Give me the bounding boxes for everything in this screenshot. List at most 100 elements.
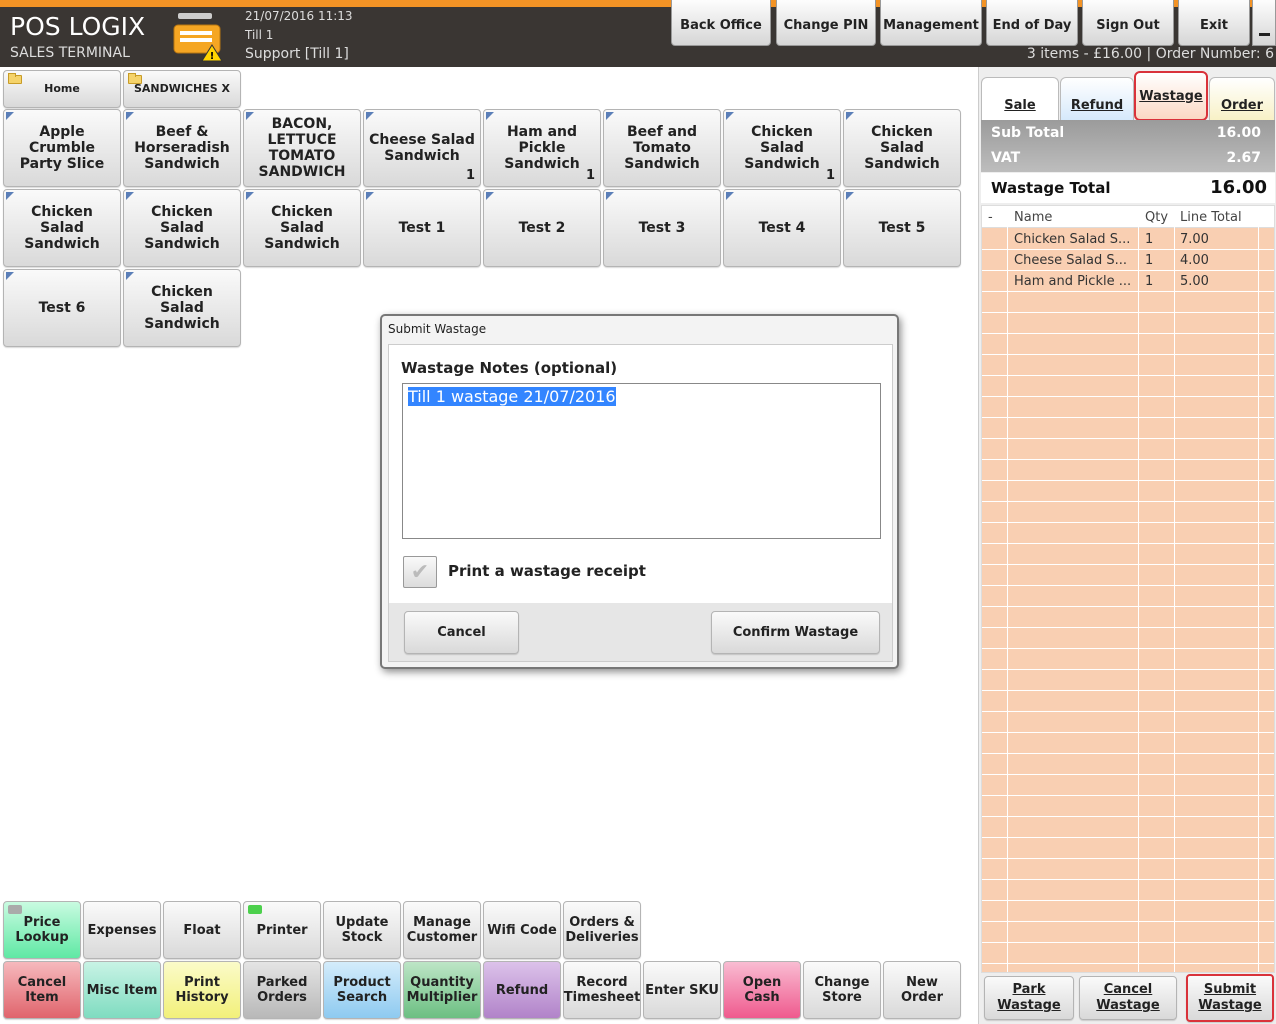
subtotal-label: Sub Total	[991, 125, 1065, 141]
tab-wastage[interactable]: Wastage	[1134, 71, 1208, 121]
product-button[interactable]: Beef & Horseradish Sandwich	[123, 109, 241, 187]
end-of-day-button[interactable]: End of Day	[986, 0, 1078, 46]
float-button[interactable]: Float	[163, 901, 241, 959]
product-label: Beef and Tomato Sandwich	[624, 124, 700, 172]
button-label: Quantity Multiplier	[406, 975, 478, 1005]
column-header-qty[interactable]: Qty	[1145, 206, 1168, 228]
product-button[interactable]: Cheese Salad Sandwich 1	[363, 109, 481, 187]
wastage-notes-textarea[interactable]: Till 1 wastage 21/07/2016	[402, 383, 881, 539]
sign-out-button[interactable]: Sign Out	[1082, 0, 1174, 46]
grid-row-line	[982, 690, 1274, 691]
subtotal-value: 16.00	[1216, 125, 1261, 141]
product-button[interactable]: Test 5	[843, 189, 961, 267]
product-button[interactable]: Chicken Salad Sandwich	[843, 109, 961, 187]
product-label: Cheese Salad Sandwich	[369, 132, 475, 164]
manage-customer-button[interactable]: Manage Customer	[403, 901, 481, 959]
product-label: Ham and Pickle Sandwich	[504, 124, 580, 172]
submit-wastage-button[interactable]: Submit Wastage	[1186, 974, 1274, 1022]
line-name[interactable]: Chicken Salad S...	[1014, 232, 1134, 247]
enter-sku-button[interactable]: Enter SKU	[643, 961, 721, 1019]
open-cash-button[interactable]: Open Cash	[723, 961, 801, 1019]
product-qty: 1	[585, 168, 595, 183]
product-button[interactable]: Chicken Salad Sandwich	[243, 189, 361, 267]
cancel-wastage-button[interactable]: Cancel Wastage	[1079, 976, 1177, 1020]
product-label: Test 3	[638, 220, 686, 236]
button-label: Update Stock	[335, 915, 389, 945]
wifi-code-button[interactable]: Wifi Code	[483, 901, 561, 959]
product-qty: 1	[465, 168, 475, 183]
dialog-cancel-button[interactable]: Cancel	[404, 611, 519, 654]
product-button[interactable]: BACON, LETTUCE TOMATO SANDWICH	[243, 109, 361, 187]
orders-deliveries-button[interactable]: Orders & Deliveries	[563, 901, 641, 959]
product-button[interactable]: Test 4	[723, 189, 841, 267]
product-button[interactable]: Test 3	[603, 189, 721, 267]
management-button[interactable]: Management	[880, 0, 982, 46]
grid-row-line	[982, 732, 1274, 733]
new-order-button[interactable]: New Order	[883, 961, 961, 1019]
refund-button[interactable]: Refund	[483, 961, 561, 1019]
expenses-button[interactable]: Expenses	[83, 901, 161, 959]
price-lookup-button[interactable]: Price Lookup	[3, 901, 81, 959]
minimize-button[interactable]	[1252, 0, 1276, 46]
parked-orders-button[interactable]: Parked Orders	[243, 961, 321, 1019]
button-label: Printer	[256, 922, 308, 938]
line-name[interactable]: Cheese Salad S...	[1014, 253, 1134, 268]
column-header-remove[interactable]: -	[988, 206, 993, 228]
line-qty[interactable]: 1	[1145, 232, 1153, 247]
product-button[interactable]: Chicken Salad Sandwich	[123, 189, 241, 267]
column-header-name[interactable]: Name	[1014, 206, 1052, 228]
line-qty[interactable]: 1	[1145, 274, 1153, 289]
product-button[interactable]: Chicken Salad Sandwich	[3, 189, 121, 267]
quantity-multiplier-button[interactable]: Quantity Multiplier	[403, 961, 481, 1019]
line-total[interactable]: 5.00	[1180, 274, 1209, 289]
cancel-item-button[interactable]: Cancel Item	[3, 961, 81, 1019]
button-label: Open Cash	[742, 975, 782, 1005]
print-history-button[interactable]: Print History	[163, 961, 241, 1019]
grid-row-line	[982, 396, 1274, 397]
product-label: Chicken Salad Sandwich	[144, 204, 220, 252]
product-label: Chicken Salad Sandwich	[864, 124, 940, 172]
product-search-button[interactable]: Product Search	[323, 961, 401, 1019]
grid-row-line	[982, 459, 1274, 460]
line-total[interactable]: 4.00	[1180, 253, 1209, 268]
update-stock-button[interactable]: Update Stock	[323, 901, 401, 959]
grid-row-line	[982, 270, 1274, 271]
confirm-wastage-button[interactable]: Confirm Wastage	[711, 611, 880, 654]
product-button[interactable]: Chicken Salad Sandwich	[123, 269, 241, 347]
product-button[interactable]: Test 1	[363, 189, 481, 267]
record-timesheet-button[interactable]: Record Timesheet	[563, 961, 641, 1019]
line-name[interactable]: Ham and Pickle ...	[1014, 274, 1134, 289]
change-pin-button[interactable]: Change PIN	[776, 0, 876, 46]
button-label: Wifi Code	[487, 922, 557, 938]
tab-refund[interactable]: Refund	[1060, 77, 1134, 120]
tab-order[interactable]: Order	[1209, 77, 1275, 120]
grid-row-line	[982, 942, 1274, 943]
line-total[interactable]: 7.00	[1180, 232, 1209, 247]
product-button[interactable]: Chicken Salad Sandwich 1	[723, 109, 841, 187]
nav-category-button[interactable]: SANDWICHES X	[123, 70, 241, 108]
order-summary: 3 items - £16.00 | Order Number: 6	[1026, 46, 1274, 62]
folder-icon	[128, 73, 142, 84]
nav-home-button[interactable]: Home	[3, 70, 121, 108]
product-button[interactable]: Test 6	[3, 269, 121, 347]
printer-button[interactable]: Printer	[243, 901, 321, 959]
exit-button[interactable]: Exit	[1178, 0, 1250, 46]
product-button[interactable]: Ham and Pickle Sandwich 1	[483, 109, 601, 187]
notes-label: Wastage Notes (optional)	[401, 359, 618, 377]
printer-warning-icon[interactable]: !	[172, 11, 224, 63]
line-qty[interactable]: 1	[1145, 253, 1153, 268]
product-button[interactable]: Apple Crumble Party Slice	[3, 109, 121, 187]
back-office-button[interactable]: Back Office	[671, 0, 771, 46]
print-receipt-checkbox[interactable]: ✔	[403, 556, 437, 588]
order-lines-grid[interactable]: - Name Qty Line Total Chicken Salad S...…	[981, 205, 1275, 973]
grid-row-line	[982, 480, 1274, 481]
park-wastage-button[interactable]: Park Wastage	[984, 976, 1074, 1020]
change-store-button[interactable]: Change Store	[803, 961, 881, 1019]
product-button[interactable]: Beef and Tomato Sandwich	[603, 109, 721, 187]
column-header-line-total[interactable]: Line Total	[1180, 206, 1242, 228]
misc-item-button[interactable]: Misc Item	[83, 961, 161, 1019]
product-label: Chicken Salad Sandwich	[744, 124, 820, 172]
tab-sale[interactable]: Sale	[981, 77, 1059, 120]
grid-row-line	[982, 795, 1274, 796]
product-button[interactable]: Test 2	[483, 189, 601, 267]
